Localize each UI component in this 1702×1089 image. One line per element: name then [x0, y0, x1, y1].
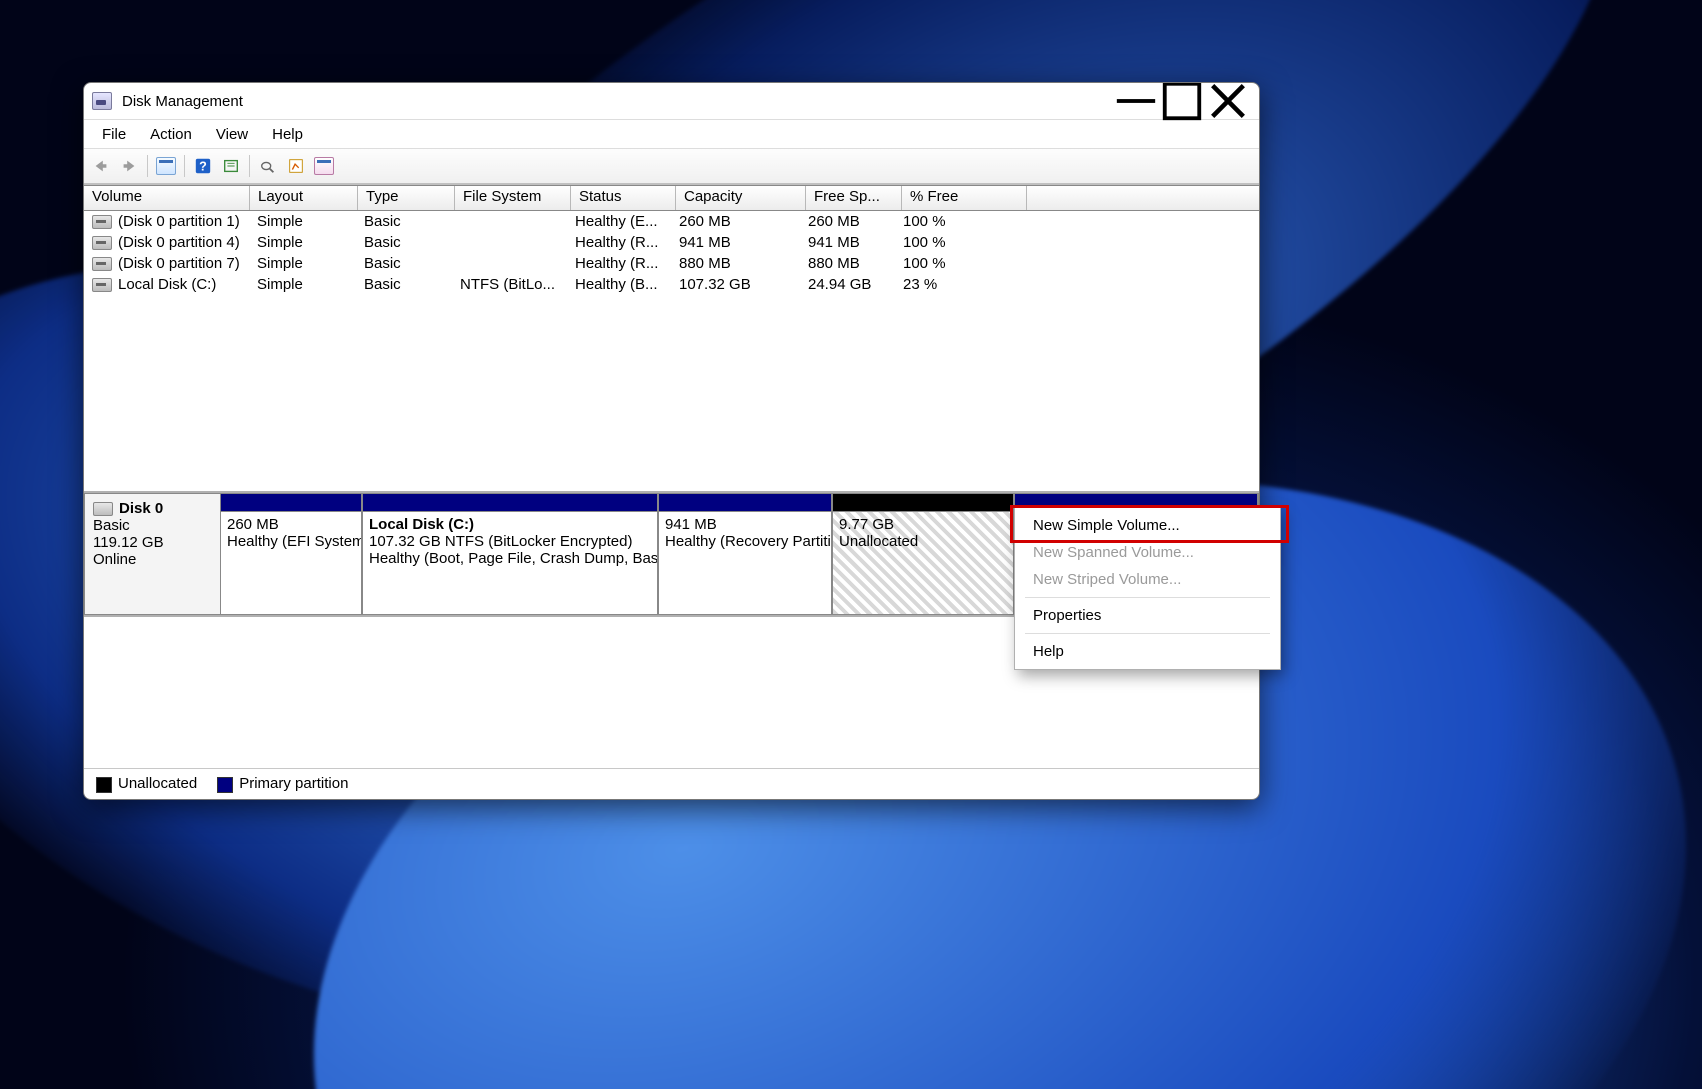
forward-button[interactable]: [116, 153, 142, 179]
col-pctfree[interactable]: % Free: [902, 186, 1027, 210]
menu-file[interactable]: File: [90, 124, 138, 145]
volume-icon: [92, 257, 112, 271]
close-button[interactable]: [1205, 85, 1251, 117]
volume-icon: [92, 215, 112, 229]
menu-view[interactable]: View: [204, 124, 260, 145]
app-icon: [92, 92, 112, 110]
legend-swatch-primary: [217, 777, 233, 793]
ctx-new-striped-volume: New Striped Volume...: [1015, 566, 1280, 593]
window-title: Disk Management: [122, 93, 243, 110]
table-row[interactable]: Local Disk (C:)SimpleBasicNTFS (BitLo...…: [84, 274, 1259, 295]
ctx-separator: [1025, 597, 1270, 598]
context-menu: New Simple Volume... New Spanned Volume.…: [1014, 507, 1281, 670]
ctx-new-spanned-volume: New Spanned Volume...: [1015, 539, 1280, 566]
title-bar[interactable]: Disk Management: [84, 83, 1259, 120]
disk-management-window: Disk Management File Action View Help ? …: [83, 82, 1260, 800]
col-status[interactable]: Status: [571, 186, 676, 210]
ctx-help[interactable]: Help: [1015, 638, 1280, 665]
settings-2-button[interactable]: [311, 153, 337, 179]
legend: Unallocated Primary partition: [84, 768, 1259, 799]
partition-primary[interactable]: Local Disk (C:)107.32 GB NTFS (BitLocker…: [362, 493, 658, 615]
col-filesystem[interactable]: File System: [455, 186, 571, 210]
svg-text:?: ?: [199, 160, 207, 174]
col-capacity[interactable]: Capacity: [676, 186, 806, 210]
rescan-button[interactable]: [255, 153, 281, 179]
col-volume[interactable]: Volume: [84, 186, 250, 210]
legend-swatch-unallocated: [96, 777, 112, 793]
table-row[interactable]: (Disk 0 partition 1)SimpleBasicHealthy (…: [84, 211, 1259, 232]
ctx-separator: [1025, 633, 1270, 634]
col-type[interactable]: Type: [358, 186, 455, 210]
col-freespace[interactable]: Free Sp...: [806, 186, 902, 210]
table-row[interactable]: (Disk 0 partition 4)SimpleBasicHealthy (…: [84, 232, 1259, 253]
volume-icon: [92, 278, 112, 292]
back-button[interactable]: [88, 153, 114, 179]
toolbar: ?: [84, 149, 1259, 185]
properties-button[interactable]: [153, 153, 179, 179]
partition-primary[interactable]: 941 MBHealthy (Recovery Partiti: [658, 493, 832, 615]
volume-icon: [92, 236, 112, 250]
minimize-button[interactable]: [1113, 85, 1159, 117]
ctx-new-simple-volume[interactable]: New Simple Volume...: [1015, 512, 1280, 539]
volume-list[interactable]: (Disk 0 partition 1)SimpleBasicHealthy (…: [84, 211, 1259, 493]
help-button[interactable]: ?: [190, 153, 216, 179]
ctx-properties[interactable]: Properties: [1015, 602, 1280, 629]
disk-icon: [93, 502, 113, 516]
maximize-button[interactable]: [1159, 85, 1205, 117]
menu-help[interactable]: Help: [260, 124, 315, 145]
partition-unallocated[interactable]: 9.77 GBUnallocated: [832, 493, 1014, 615]
partition-primary[interactable]: 260 MBHealthy (EFI System: [220, 493, 362, 615]
disk-info[interactable]: Disk 0 Basic 119.12 GB Online: [84, 493, 220, 615]
col-layout[interactable]: Layout: [250, 186, 358, 210]
menu-action[interactable]: Action: [138, 124, 204, 145]
volume-list-header: Volume Layout Type File System Status Ca…: [84, 185, 1259, 211]
menu-bar: File Action View Help: [84, 120, 1259, 149]
settings-1-button[interactable]: [283, 153, 309, 179]
refresh-button[interactable]: [218, 153, 244, 179]
table-row[interactable]: (Disk 0 partition 7)SimpleBasicHealthy (…: [84, 253, 1259, 274]
